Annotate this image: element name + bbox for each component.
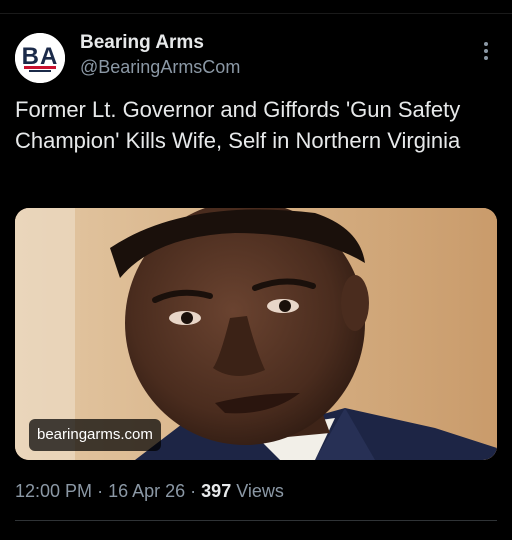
svg-text:BA: BA bbox=[22, 43, 59, 70]
bearing-arms-logo: BA bbox=[15, 33, 65, 83]
views-count: 397 bbox=[201, 481, 232, 501]
author-block: Bearing Arms @BearingArmsCom bbox=[80, 32, 240, 78]
bottom-divider bbox=[15, 520, 497, 521]
link-card-domain[interactable]: bearingarms.com bbox=[29, 419, 161, 451]
tweet-text: Former Lt. Governor and Giffords 'Gun Sa… bbox=[15, 97, 461, 153]
meta-separator: · bbox=[97, 481, 104, 501]
author-handle[interactable]: @BearingArmsCom bbox=[80, 56, 240, 78]
tweet-card: BA Bearing Arms @BearingArmsCom Former L… bbox=[0, 0, 512, 540]
views-label: Views bbox=[236, 481, 284, 501]
tweet-time[interactable]: 12:00 PM bbox=[15, 481, 92, 501]
meta-separator: · bbox=[190, 481, 197, 501]
author-display-name[interactable]: Bearing Arms bbox=[80, 32, 240, 54]
avatar[interactable]: BA bbox=[15, 33, 65, 83]
tweet-meta: 12:00 PM · 16 Apr 26 · 397 Views bbox=[15, 479, 284, 503]
more-vertical-icon[interactable] bbox=[478, 40, 494, 62]
tweet-date[interactable]: 16 Apr 26 bbox=[108, 481, 185, 501]
